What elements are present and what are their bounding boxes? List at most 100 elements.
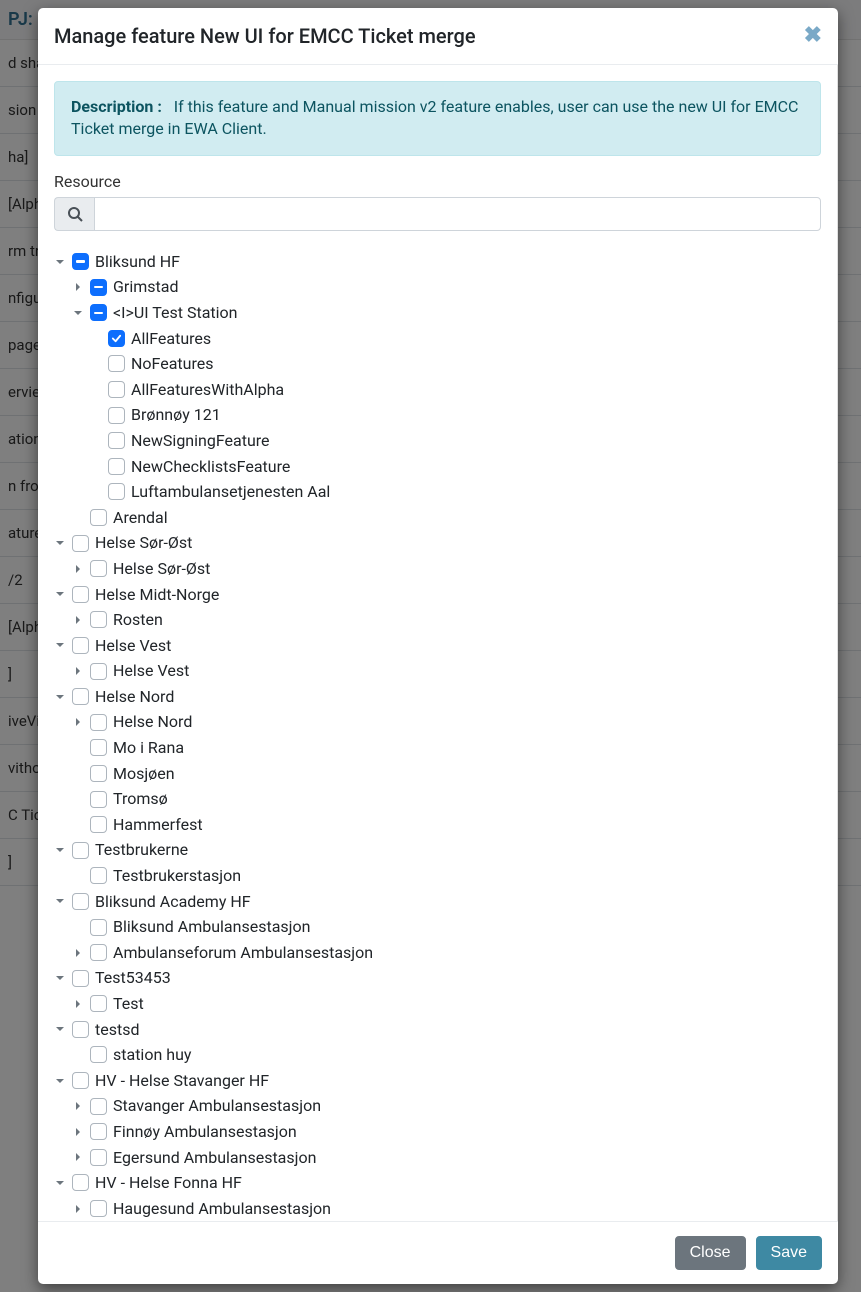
tree-checkbox[interactable] <box>90 995 107 1012</box>
tree-checkbox[interactable] <box>72 1072 89 1089</box>
tree-checkbox[interactable] <box>90 1123 107 1140</box>
chevron-right-icon[interactable] <box>72 947 84 959</box>
tree-node-label[interactable]: Hammerfest <box>113 812 203 838</box>
tree-node-label[interactable]: NoFeatures <box>131 351 213 377</box>
tree-node-label[interactable]: Helse Vest <box>113 658 189 684</box>
tree-node-label[interactable]: NewChecklistsFeature <box>131 454 290 480</box>
tree-checkbox[interactable] <box>90 1098 107 1115</box>
tree-checkbox[interactable] <box>72 586 89 603</box>
chevron-right-icon[interactable] <box>72 563 84 575</box>
tree-checkbox[interactable] <box>90 714 107 731</box>
tree-checkbox[interactable] <box>90 944 107 961</box>
chevron-down-icon[interactable] <box>54 537 66 549</box>
chevron-right-icon[interactable] <box>72 1126 84 1138</box>
tree-checkbox[interactable] <box>90 919 107 936</box>
tree-node-label[interactable]: Bliksund Ambulansestasjon <box>113 914 310 940</box>
tree-node-label[interactable]: Mosjøen <box>113 761 175 787</box>
chevron-right-icon[interactable] <box>72 281 84 293</box>
tree-checkbox[interactable] <box>90 560 107 577</box>
tree-node-label[interactable]: Finnøy Ambulansestasjon <box>113 1119 297 1145</box>
tree-checkbox[interactable] <box>72 637 89 654</box>
tree-checkbox[interactable] <box>90 765 107 782</box>
tree-checkbox[interactable] <box>90 1149 107 1166</box>
chevron-right-icon[interactable] <box>72 665 84 677</box>
tree-node-label[interactable]: Brønnøy 121 <box>131 402 221 428</box>
tree-node-label[interactable]: AllFeatures <box>131 326 211 352</box>
tree-node-label[interactable]: Bliksund Academy HF <box>95 889 251 915</box>
tree-checkbox[interactable] <box>108 381 125 398</box>
tree-checkbox[interactable] <box>72 535 89 552</box>
tree-node-label[interactable]: Testbrukerstasjon <box>113 863 241 889</box>
tree-node-label[interactable]: HV - Helse Stavanger HF <box>95 1068 269 1094</box>
tree-checkbox[interactable] <box>90 663 107 680</box>
tree-checkbox[interactable] <box>90 509 107 526</box>
tree-checkbox[interactable] <box>108 355 125 372</box>
tree-checkbox[interactable] <box>72 1174 89 1191</box>
chevron-right-icon[interactable] <box>72 1203 84 1215</box>
tree-node-label[interactable]: Luftambulansetjenesten Aal <box>131 479 330 505</box>
tree-checkbox[interactable] <box>72 970 89 987</box>
tree-node-label[interactable]: NewSigningFeature <box>131 428 270 454</box>
tree-node-label[interactable]: Haugesund Ambulansestasjon <box>113 1196 331 1221</box>
tree-checkbox[interactable] <box>90 1046 107 1063</box>
tree-checkbox[interactable] <box>72 893 89 910</box>
tree-checkbox[interactable] <box>108 432 125 449</box>
tree-checkbox[interactable] <box>90 279 107 296</box>
tree-checkbox[interactable] <box>90 1200 107 1217</box>
tree-node-label[interactable]: Helse Nord <box>95 684 174 710</box>
chevron-right-icon[interactable] <box>72 1100 84 1112</box>
tree-node-label[interactable]: Arendal <box>113 505 168 531</box>
tree-node-label[interactable]: Ambulanseforum Ambulansestasjon <box>113 940 373 966</box>
tree-node-label[interactable]: Mo i Rana <box>113 735 184 761</box>
search-input[interactable] <box>94 197 821 231</box>
tree-node-label[interactable]: Helse Sør-Øst <box>95 530 192 556</box>
tree-node-label[interactable]: Test <box>113 991 144 1017</box>
chevron-down-icon[interactable] <box>72 307 84 319</box>
chevron-down-icon[interactable] <box>54 691 66 703</box>
tree-checkbox[interactable] <box>72 688 89 705</box>
chevron-down-icon[interactable] <box>54 639 66 651</box>
chevron-down-icon[interactable] <box>54 1177 66 1189</box>
chevron-right-icon[interactable] <box>72 1151 84 1163</box>
tree-node-label[interactable]: <I>UI Test Station <box>113 300 237 326</box>
tree-node-label[interactable]: Helse Nord <box>113 709 192 735</box>
tree-checkbox[interactable] <box>72 253 89 270</box>
chevron-right-icon[interactable] <box>72 614 84 626</box>
tree-checkbox[interactable] <box>90 867 107 884</box>
save-button[interactable]: Save <box>756 1236 822 1270</box>
tree-checkbox[interactable] <box>108 407 125 424</box>
tree-node-label[interactable]: Bliksund HF <box>95 249 180 275</box>
tree-checkbox[interactable] <box>90 304 107 321</box>
tree-node-label[interactable]: Testbrukerne <box>95 837 188 863</box>
chevron-down-icon[interactable] <box>54 972 66 984</box>
tree-checkbox[interactable] <box>90 791 107 808</box>
tree-node-label[interactable]: Tromsø <box>113 786 168 812</box>
tree-checkbox[interactable] <box>90 611 107 628</box>
chevron-down-icon[interactable] <box>54 1075 66 1087</box>
chevron-right-icon[interactable] <box>72 716 84 728</box>
tree-node-label[interactable]: Test53453 <box>95 965 171 991</box>
tree-node-label[interactable]: testsd <box>95 1017 140 1043</box>
tree-node-label[interactable]: HV - Helse Fonna HF <box>95 1170 242 1196</box>
close-button[interactable]: Close <box>675 1236 746 1270</box>
tree-checkbox[interactable] <box>90 739 107 756</box>
tree-node-label[interactable]: Helse Vest <box>95 633 171 659</box>
tree-node-label[interactable]: Helse Sør-Øst <box>113 556 210 582</box>
chevron-down-icon[interactable] <box>54 588 66 600</box>
tree-node-label[interactable]: Egersund Ambulansestasjon <box>113 1145 316 1171</box>
chevron-down-icon[interactable] <box>54 1023 66 1035</box>
close-icon[interactable]: ✖ <box>804 25 822 47</box>
tree-checkbox[interactable] <box>108 458 125 475</box>
tree-node-label[interactable]: Stavanger Ambulansestasjon <box>113 1093 321 1119</box>
tree-node-label[interactable]: Grimstad <box>113 274 178 300</box>
tree-node-label[interactable]: station huy <box>113 1042 191 1068</box>
tree-checkbox[interactable] <box>90 816 107 833</box>
chevron-right-icon[interactable] <box>72 998 84 1010</box>
tree-node-label[interactable]: AllFeaturesWithAlpha <box>131 377 284 403</box>
tree-checkbox[interactable] <box>72 1021 89 1038</box>
tree-checkbox[interactable] <box>72 842 89 859</box>
tree-node-label[interactable]: Helse Midt-Norge <box>95 582 219 608</box>
tree-node-label[interactable]: Rosten <box>113 607 163 633</box>
chevron-down-icon[interactable] <box>54 895 66 907</box>
tree-checkbox[interactable] <box>108 483 125 500</box>
